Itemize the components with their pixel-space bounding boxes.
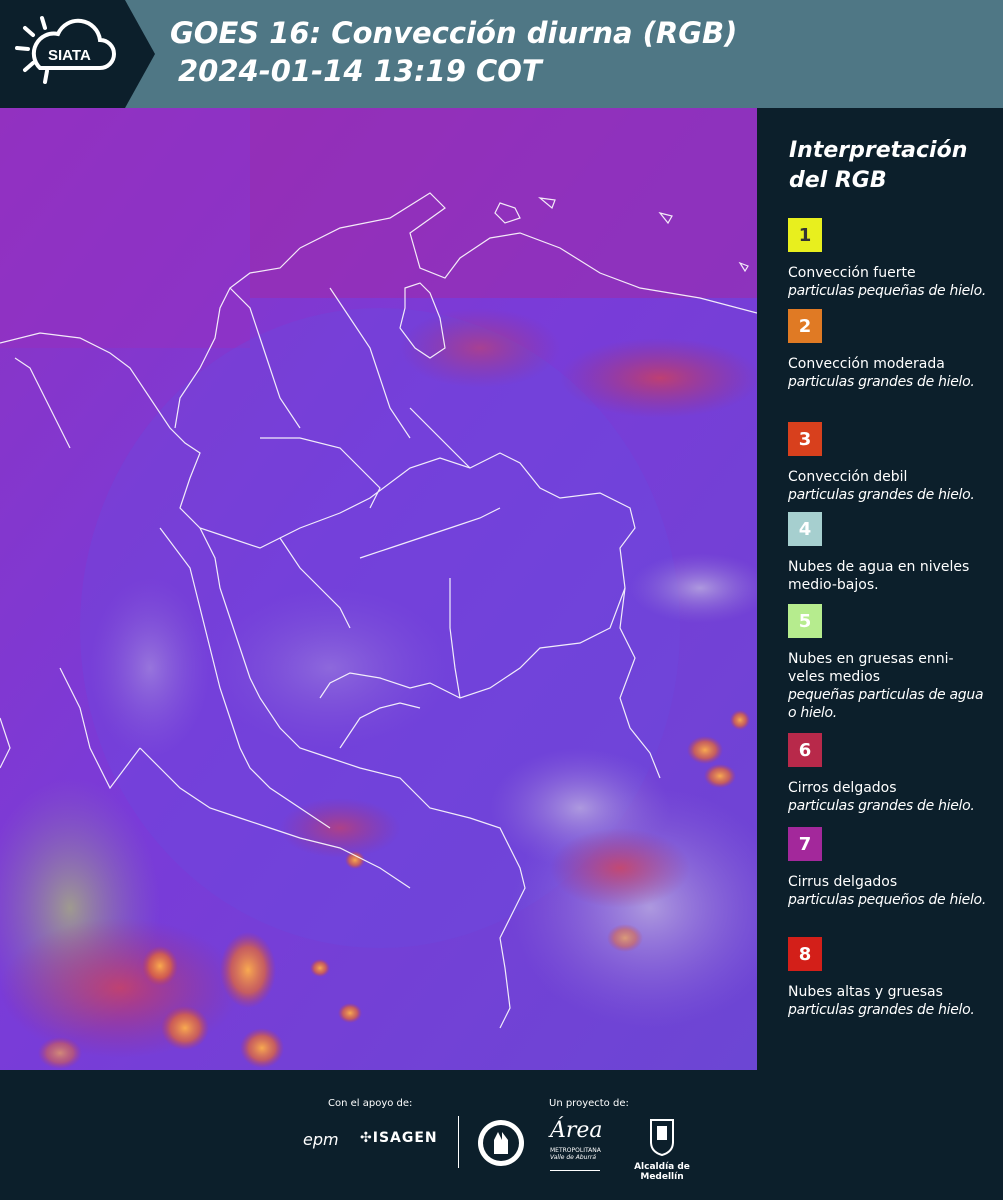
isagen-icon: ✣ [360, 1130, 373, 1146]
legend-sub: particulas pequeñas de hielo. [788, 283, 986, 299]
legend-item-1: 1 Convección fuerte particulas pequeñas … [788, 218, 988, 300]
legend-sub: particulas grandes de hielo. [788, 1002, 975, 1018]
legend-swatch: 3 [788, 422, 822, 456]
project-label: Un proyecto de: [549, 1098, 629, 1109]
title-line-1: GOES 16: Convección diurna (RGB) [170, 16, 738, 50]
legend-label: Convección moderada [788, 356, 945, 372]
seal-icon [476, 1118, 526, 1172]
legend-panel: Interpretación del RGB 1 Convección fuer… [762, 108, 1003, 1070]
isagen-text: ISAGEN [372, 1130, 438, 1146]
legend-title-line-2: del RGB [789, 168, 887, 193]
legend-swatch: 1 [788, 218, 822, 252]
legend-sub: pequeñas particulas de agua o hielo. [788, 687, 984, 721]
legend-item-2: 2 Convección moderada particulas grandes… [788, 309, 988, 391]
legend-sub: particulas grandes de hielo. [788, 487, 975, 503]
legend-label: Cirrus delgados [788, 874, 898, 890]
legend-item-3: 3 Convección debil particulas grandes de… [788, 422, 988, 504]
legend-item-5: 5 Nubes en gruesas enni-veles medios peq… [788, 604, 988, 722]
isagen-logo: ✣ISAGEN [360, 1130, 438, 1146]
legend-label: Nubes altas y gruesas [788, 984, 943, 1000]
legend-sub: particulas grandes de hielo. [788, 374, 975, 390]
alcaldia-text: Alcaldía de Medellín [634, 1162, 690, 1182]
legend-swatch: 8 [788, 937, 822, 971]
legend-swatch: 7 [788, 827, 822, 861]
legend-label: Cirros delgados [788, 780, 897, 796]
legend-sub: particulas grandes de hielo. [788, 798, 975, 814]
satellite-map [0, 108, 757, 1070]
legend-swatch: 5 [788, 604, 822, 638]
logo-text: SIATA [48, 47, 91, 64]
legend-swatch: 6 [788, 733, 822, 767]
legend-label: Nubes de agua en niveles medio-bajos. [788, 559, 970, 593]
area-sub1: METROPOLITANA [550, 1147, 601, 1154]
legend-label: Convección debil [788, 469, 908, 485]
legend-item-6: 6 Cirros delgados particulas grandes de … [788, 733, 988, 815]
siata-logo: SIATA [0, 0, 155, 108]
legend-swatch: 2 [788, 309, 822, 343]
epm-logo: epm [303, 1130, 339, 1149]
area-sub2: Valle de Aburrá [550, 1154, 597, 1161]
legend-item-7: 7 Cirrus delgados particulas pequeños de… [788, 827, 988, 909]
area-metropolitana-logo: Área METROPOLITANA Valle de Aburrá [550, 1118, 603, 1171]
footer: Con el apoyo de: Un proyecto de: epm ✣IS… [0, 1070, 1003, 1200]
legend-label: Nubes en gruesas enni-veles medios [788, 651, 954, 685]
legend-item-4: 4 Nubes de agua en niveles medio-bajos. [788, 512, 988, 594]
alcaldia-logo: Alcaldía de Medellín [612, 1118, 712, 1182]
area-text: Área [550, 1118, 603, 1143]
footer-divider [458, 1116, 459, 1168]
support-label: Con el apoyo de: [328, 1098, 413, 1109]
title-line-2: 2024-01-14 13:19 COT [178, 54, 542, 88]
legend-title-line-1: Interpretación [789, 138, 968, 163]
legend-sub: particulas pequeños de hielo. [788, 892, 986, 908]
legend-title: Interpretación del RGB [789, 136, 989, 196]
header-bar: SIATA GOES 16: Convección diurna (RGB) 2… [0, 0, 1003, 108]
legend-label: Convección fuerte [788, 265, 916, 281]
legend-item-8: 8 Nubes altas y gruesas particulas grand… [788, 937, 988, 1019]
legend-swatch: 4 [788, 512, 822, 546]
shield-icon [650, 1119, 674, 1157]
page-title: GOES 16: Convección diurna (RGB) 2024-01… [170, 14, 737, 90]
